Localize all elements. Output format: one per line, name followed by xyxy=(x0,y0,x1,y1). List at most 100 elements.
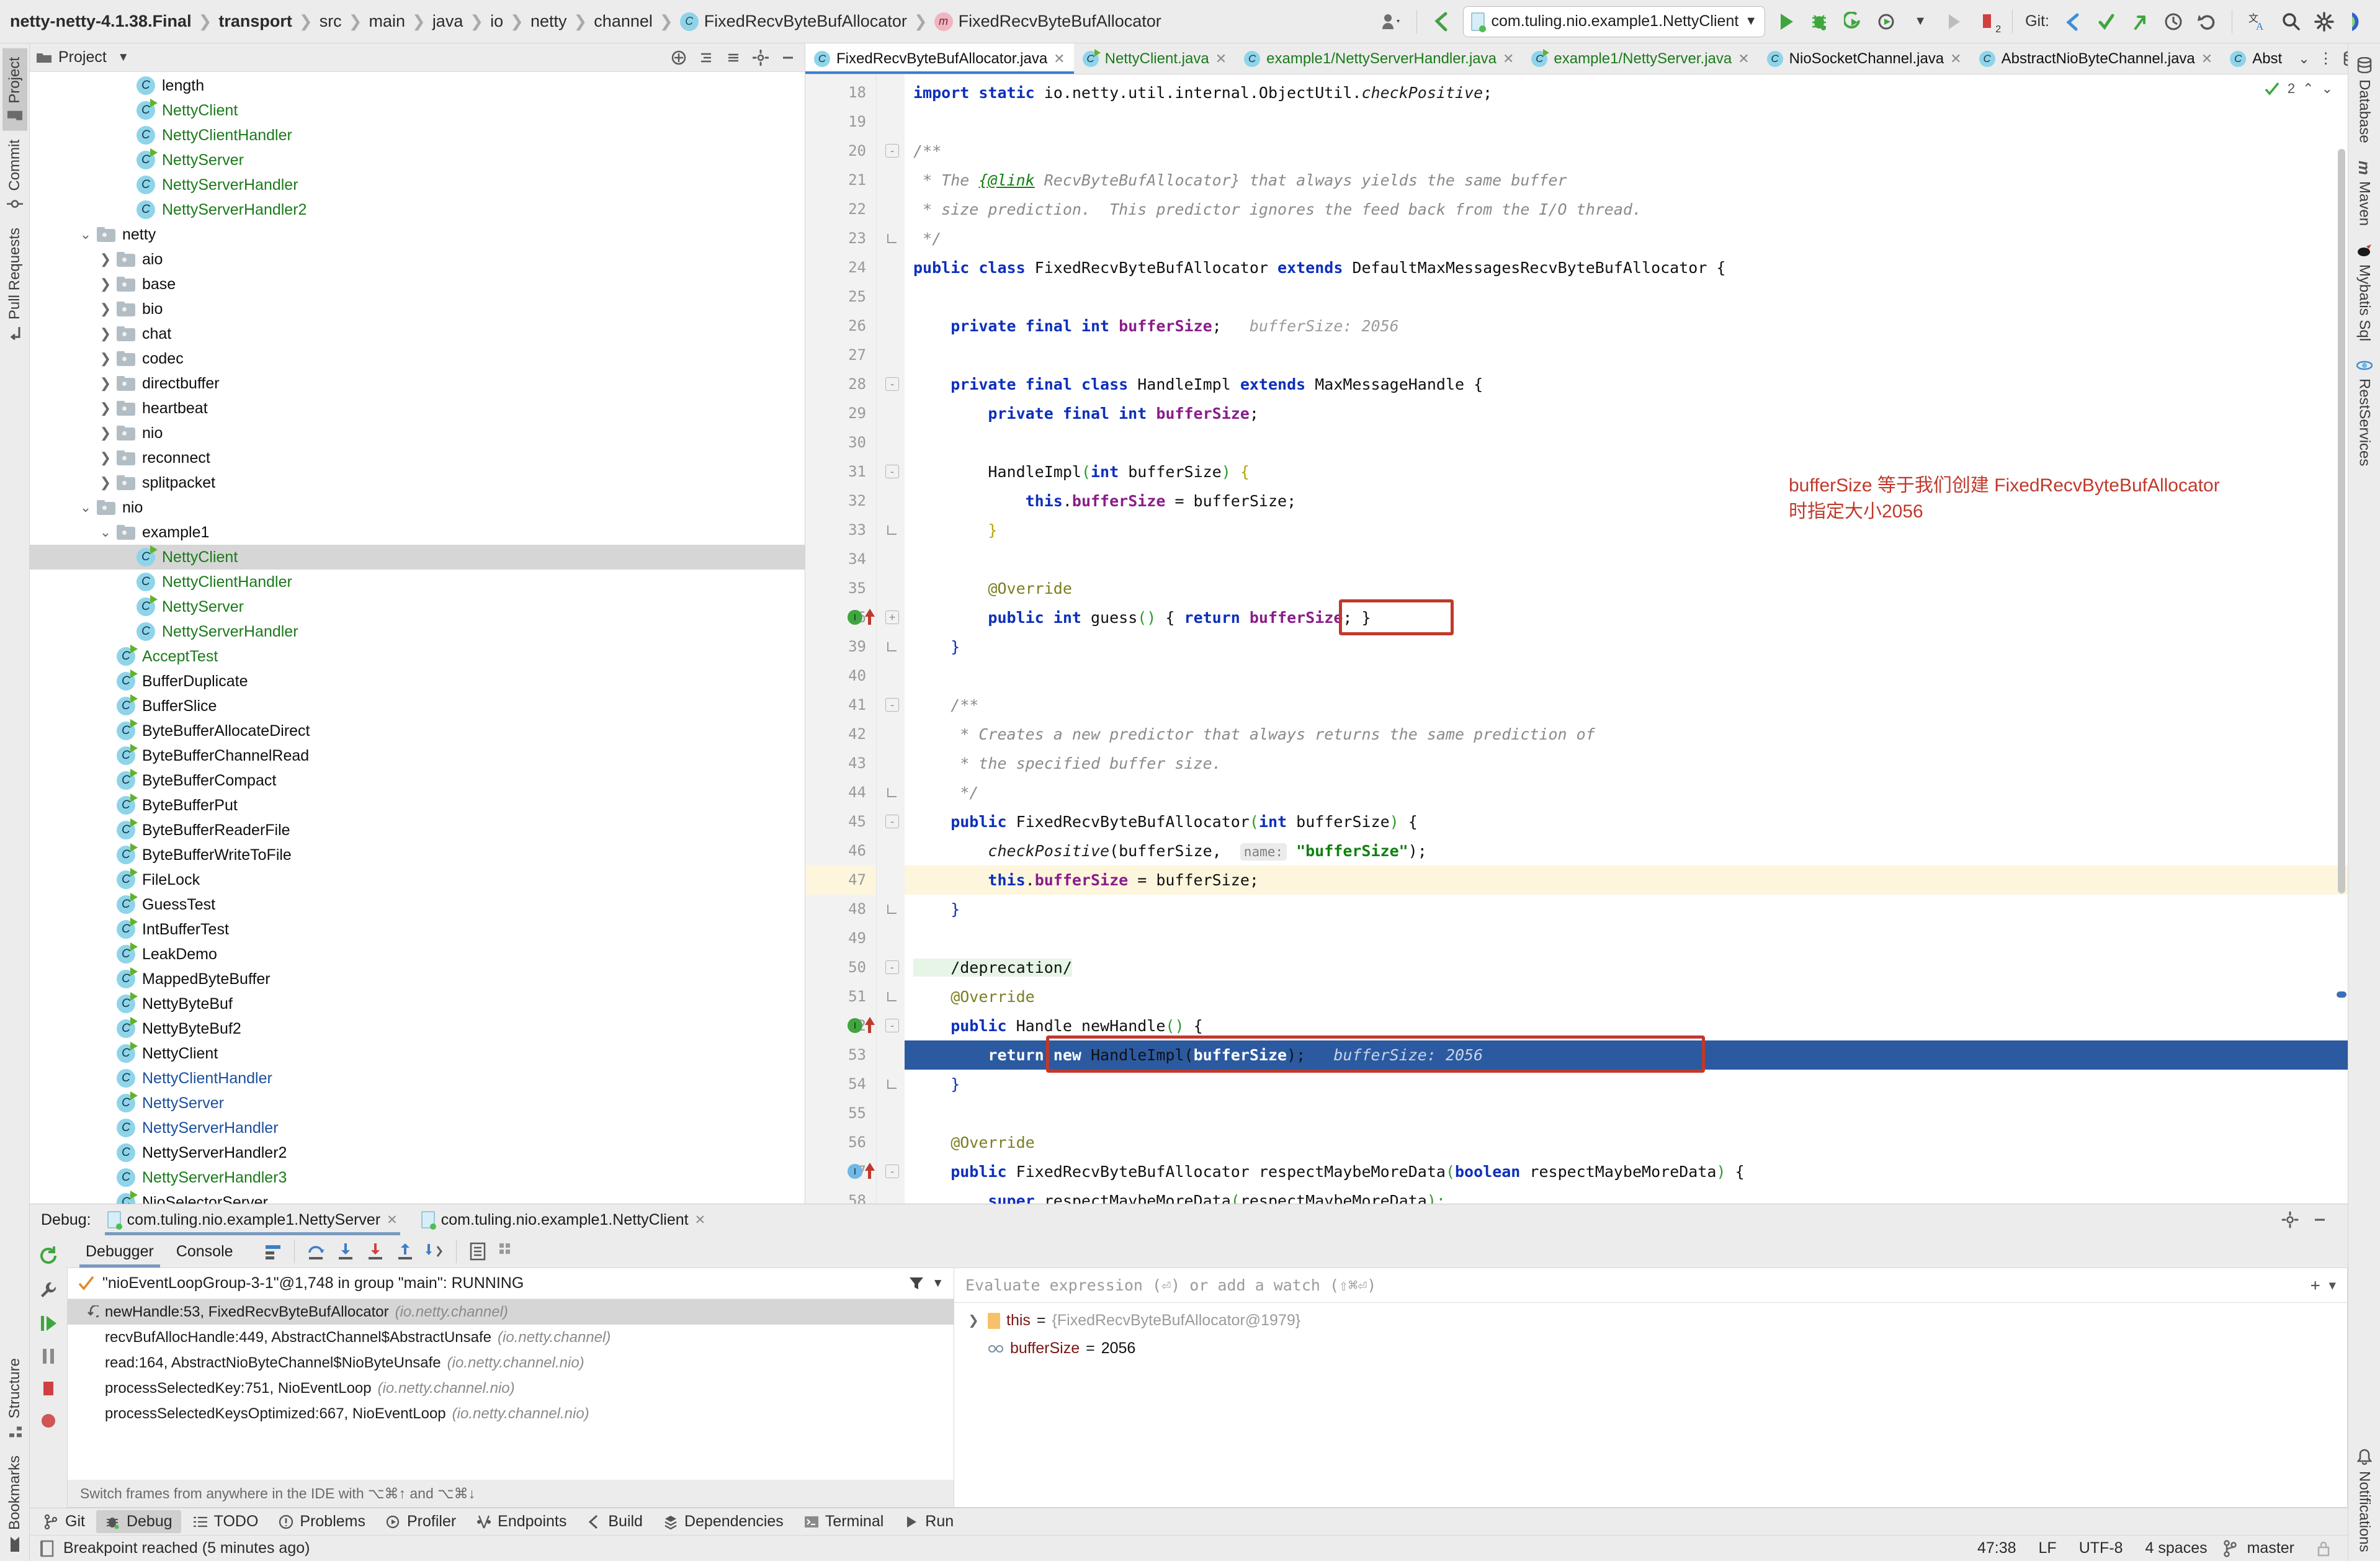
run-with-coverage-icon[interactable] xyxy=(1841,9,1866,34)
collapse-all-icon[interactable] xyxy=(723,47,744,68)
git-branch-label[interactable]: master xyxy=(2245,1539,2302,1557)
tree-folder-row[interactable]: ❯ reconnect xyxy=(30,445,805,470)
bottom-tab-debug[interactable]: Debug xyxy=(96,1510,181,1533)
tree-class-row[interactable]: C NettyClient xyxy=(30,545,805,570)
editor-tab[interactable]: Cexample1/NettyServer.java ✕ xyxy=(1523,43,1758,74)
run-icon[interactable] xyxy=(1774,9,1799,34)
tree-class-row[interactable]: C IntBufferTest xyxy=(30,917,805,942)
breadcrumb-item[interactable]: channel xyxy=(594,12,653,31)
tree-class-row[interactable]: C ByteBufferAllocateDirect xyxy=(30,718,805,743)
lock-icon[interactable] xyxy=(2309,1541,2338,1557)
sidebar-tab-mybatis-sql[interactable]: Mybatis Sql xyxy=(2352,235,2377,350)
force-step-into-icon[interactable] xyxy=(363,1239,388,1264)
tree-class-row[interactable]: C AcceptTest xyxy=(30,644,805,669)
rerun-icon[interactable] xyxy=(38,1245,59,1266)
debug-session-tab-client[interactable]: com.tuling.nio.example1.NettyClient ✕ xyxy=(414,1204,713,1235)
variable-row[interactable]: bufferSize = 2056 xyxy=(954,1335,2347,1362)
variable-row[interactable]: ❯ this = {FixedRecvByteBufAllocator@1979} xyxy=(954,1307,2347,1335)
fold-toggle-icon[interactable]: - xyxy=(885,465,899,478)
tree-folder-row[interactable]: ❯ heartbeat xyxy=(30,396,805,421)
close-icon[interactable]: ✕ xyxy=(387,1212,398,1228)
sidebar-tab-bookmarks[interactable]: Bookmarks xyxy=(2,1447,27,1561)
tree-folder-row[interactable]: ❯ directbuffer xyxy=(30,371,805,396)
fold-toggle-icon[interactable]: - xyxy=(885,698,899,712)
tree-folder-row[interactable]: ⌄ nio xyxy=(30,495,805,520)
mute-breakpoints-icon[interactable] xyxy=(495,1239,520,1264)
tree-folder-row[interactable]: ⌄ example1 xyxy=(30,520,805,545)
fold-toggle-icon[interactable]: - xyxy=(885,377,899,391)
breadcrumb-item[interactable]: java xyxy=(432,12,463,31)
settings-wrench-icon[interactable] xyxy=(38,1280,58,1300)
tree-class-row[interactable]: Clength xyxy=(30,73,805,98)
bottom-tab-problems[interactable]: Problems xyxy=(269,1510,374,1533)
chevron-down-icon[interactable]: ▼ xyxy=(932,1277,944,1290)
breadcrumb-item[interactable]: netty-netty-4.1.38.Final xyxy=(10,12,192,31)
close-icon[interactable]: ✕ xyxy=(1215,51,1227,67)
inspection-status[interactable]: 2 ⌃ ⌄ xyxy=(2264,81,2333,97)
back-arrow-icon[interactable] xyxy=(1429,9,1454,34)
tree-folder-row[interactable]: ❯ bio xyxy=(30,297,805,321)
tree-folder-row[interactable]: ❯ aio xyxy=(30,247,805,272)
filter-icon[interactable] xyxy=(908,1276,924,1292)
tree-class-row[interactable]: C NettyServerHandler xyxy=(30,172,805,197)
tree-class-row[interactable]: C FileLock xyxy=(30,867,805,892)
git-update-icon[interactable] xyxy=(2060,9,2085,34)
chevron-right-icon[interactable]: ❯ xyxy=(94,351,117,367)
bottom-tab-endpoints[interactable]: Endpoints xyxy=(467,1510,575,1533)
chevron-right-icon[interactable]: ❯ xyxy=(94,301,117,317)
search-icon[interactable] xyxy=(2278,9,2303,34)
close-icon[interactable]: ✕ xyxy=(1503,51,1514,67)
history-icon[interactable] xyxy=(2161,9,2186,34)
editor-tab[interactable]: Cexample1/NettyServerHandler.java ✕ xyxy=(1235,43,1523,74)
bottom-tab-terminal[interactable]: Terminal xyxy=(795,1510,892,1533)
stack-frame-row[interactable]: recvBufAllocHandle:449, AbstractChannel$… xyxy=(68,1325,954,1350)
tree-class-row[interactable]: C NettyServerHandler xyxy=(30,619,805,644)
file-encoding[interactable]: UTF-8 xyxy=(2072,1539,2131,1557)
debug-session-tab-server[interactable]: com.tuling.nio.example1.NettyServer ✕ xyxy=(100,1204,405,1235)
fold-end-icon[interactable] xyxy=(885,785,899,799)
sidebar-tab-project[interactable]: Project xyxy=(2,48,27,131)
tree-class-row[interactable]: C LeakDemo xyxy=(30,942,805,967)
breakpoint-icon[interactable]: I xyxy=(848,610,862,625)
bottom-tab-run[interactable]: Run xyxy=(895,1510,962,1533)
fold-end-icon[interactable] xyxy=(885,523,899,537)
tree-class-row[interactable]: C NettyClient xyxy=(30,98,805,123)
resume-icon[interactable] xyxy=(39,1313,58,1333)
bottom-tab-git[interactable]: Git xyxy=(35,1510,94,1533)
bottom-tab-build[interactable]: Build xyxy=(578,1510,651,1533)
chevron-down-icon[interactable]: ⌄ xyxy=(2298,51,2309,67)
tab-console[interactable]: Console xyxy=(168,1235,242,1268)
thread-selector[interactable]: "nioEventLoopGroup-3-1"@1,748 in group "… xyxy=(68,1268,954,1299)
chevron-right-icon[interactable]: ❯ xyxy=(94,375,117,391)
sidebar-tab-rest-services[interactable]: RestServices xyxy=(2352,350,2377,475)
tree-class-row[interactable]: C MappedByteBuffer xyxy=(30,967,805,991)
settings-icon[interactable] xyxy=(750,47,771,68)
step-out-icon[interactable] xyxy=(393,1239,418,1264)
show-execution-point-icon[interactable] xyxy=(261,1239,285,1264)
hide-icon[interactable] xyxy=(777,47,799,68)
stop-icon[interactable] xyxy=(40,1379,57,1398)
stack-frame-row[interactable]: read:164, AbstractNioByteChannel$NioByte… xyxy=(68,1350,954,1375)
breadcrumb-item[interactable]: main xyxy=(369,12,405,31)
line-separator[interactable]: LF xyxy=(2031,1539,2064,1557)
fold-toggle-icon[interactable]: - xyxy=(885,1019,899,1032)
breadcrumb-item[interactable]: io xyxy=(490,12,503,31)
fold-end-icon[interactable] xyxy=(885,640,899,653)
breakpoint-icon[interactable]: I xyxy=(848,1164,862,1179)
settings-icon[interactable] xyxy=(2279,1209,2301,1230)
sidebar-tab-pull-requests[interactable]: Pull Requests xyxy=(2,219,27,349)
chevron-right-icon[interactable]: ❯ xyxy=(965,1313,982,1328)
code-editor[interactable]: 18192021222324252627282930313233343536I3… xyxy=(805,74,2348,1204)
run-to-cursor-icon[interactable] xyxy=(423,1239,447,1264)
tree-class-row[interactable]: C NettyServerHandler2 xyxy=(30,197,805,222)
editor-tab[interactable]: C NettyClient.java ✕ xyxy=(1074,43,1236,74)
tree-class-row[interactable]: C NettyServerHandler2 xyxy=(30,1140,805,1165)
debug-icon[interactable] xyxy=(1807,9,1832,34)
tree-class-row[interactable]: C NettyClientHandler xyxy=(30,123,805,148)
tree-class-row[interactable]: C NettyClient xyxy=(30,1041,805,1066)
chevron-down-icon[interactable]: ⌄ xyxy=(74,226,97,243)
chevron-down-icon[interactable]: ▼ xyxy=(113,47,134,68)
chevron-down-icon[interactable]: ⌄ xyxy=(74,499,97,516)
more-options-icon[interactable]: ⋮ xyxy=(2319,51,2333,66)
git-push-icon[interactable] xyxy=(2127,9,2152,34)
